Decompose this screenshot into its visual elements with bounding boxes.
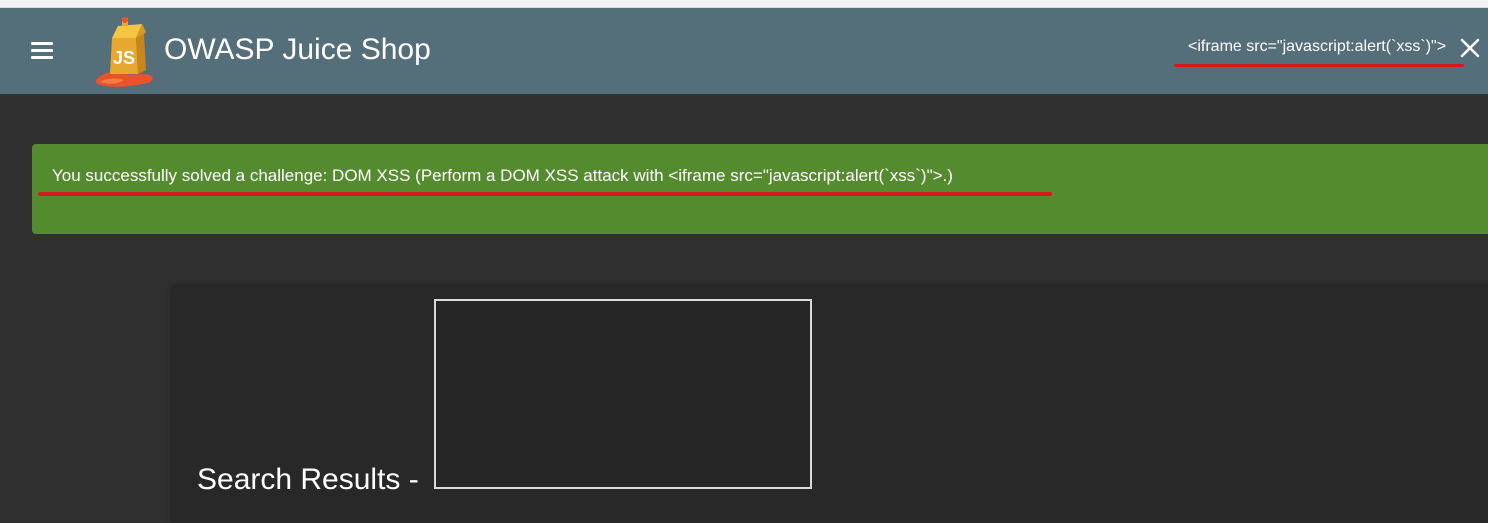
search-highlight-underline xyxy=(1174,64,1464,67)
challenge-solved-snackbar: You successfully solved a challenge: DOM… xyxy=(32,144,1488,234)
logo-text: JS xyxy=(113,48,135,68)
snackbar-message: You successfully solved a challenge: DOM… xyxy=(52,166,953,185)
juice-shop-logo[interactable]: JS xyxy=(92,14,156,90)
close-icon[interactable] xyxy=(1458,36,1482,60)
snackbar-highlight-underline xyxy=(38,192,1052,196)
app-title[interactable]: OWASP Juice Shop xyxy=(164,30,431,70)
search-results-card: Search Results - xyxy=(172,284,1488,523)
injected-iframe[interactable] xyxy=(434,299,812,489)
app-toolbar: JS OWASP Juice Shop <iframe src="javascr… xyxy=(0,8,1488,94)
browser-top-strip xyxy=(0,0,1488,8)
search-results-heading: Search Results - xyxy=(197,463,419,496)
search-input[interactable]: <iframe src="javascript:alert(`xss`)"> xyxy=(1176,34,1458,60)
menu-icon[interactable] xyxy=(29,39,55,61)
